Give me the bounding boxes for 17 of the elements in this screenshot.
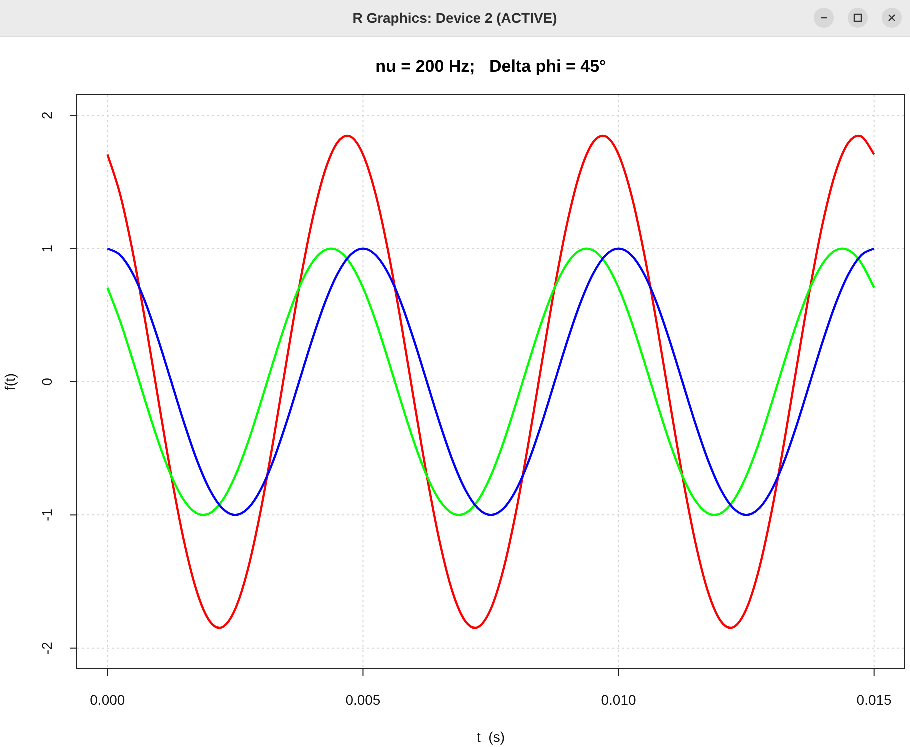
window-title: R Graphics: Device 2 (ACTIVE) xyxy=(352,10,558,26)
tick-label: 0.000 xyxy=(90,692,126,708)
axis-title: t (s) xyxy=(477,729,505,745)
axis-title: f(t) xyxy=(2,373,18,391)
tick-label: 0.010 xyxy=(601,692,636,708)
tick-label: -1 xyxy=(39,508,55,522)
tick-label: -2 xyxy=(39,642,55,655)
chart-title: nu = 200 Hz; Delta phi = 45° xyxy=(376,57,606,76)
close-button[interactable] xyxy=(882,8,902,28)
maximize-icon xyxy=(853,13,863,23)
tick-label: 1 xyxy=(39,244,55,253)
close-icon xyxy=(887,13,897,23)
maximize-button[interactable] xyxy=(848,8,868,28)
tick-label: 0 xyxy=(39,378,55,386)
tick-label: 0.005 xyxy=(346,692,381,708)
tick-label: 2 xyxy=(39,112,55,120)
tick-label: 0.015 xyxy=(856,692,892,708)
